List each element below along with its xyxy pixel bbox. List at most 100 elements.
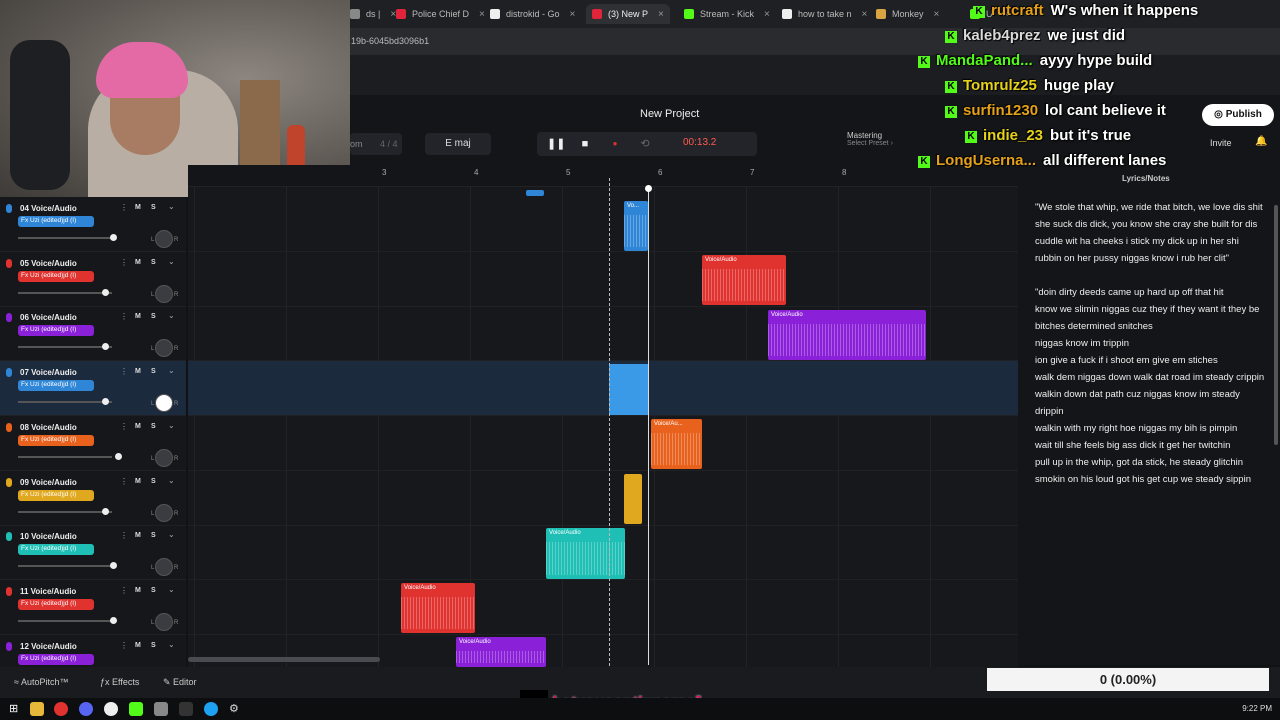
browser-tab[interactable]: Stream - Kick ×	[684, 4, 770, 24]
more-icon[interactable]: ⋮	[120, 422, 128, 431]
mute-button[interactable]: M	[135, 478, 141, 485]
browser-tab[interactable]: Police Chief D ×	[396, 4, 485, 24]
track-header[interactable]: 05 Voice/Audio Fx Uzi (edited)jd (I) ⋮ M S ⌄ L…	[0, 252, 186, 307]
volume-slider[interactable]	[18, 452, 122, 460]
audio-clip[interactable]: Voice/Au...	[651, 419, 702, 469]
solo-button[interactable]: S	[151, 259, 156, 266]
audio-clip[interactable]: Voice/Audio	[546, 528, 625, 579]
timeline-ruler[interactable]: 3 4 5 6 7 8	[188, 165, 1018, 187]
track-header[interactable]: 04 Voice/Audio Fx Uzi (edited)jd (I) ⋮ M S ⌄ L…	[0, 197, 186, 252]
solo-button[interactable]: S	[151, 313, 156, 320]
close-icon[interactable]: ×	[658, 9, 664, 20]
volume-slider[interactable]	[18, 616, 117, 624]
solo-button[interactable]: S	[151, 204, 156, 211]
window-icon[interactable]	[154, 702, 168, 716]
volume-slider[interactable]	[18, 398, 112, 406]
mute-button[interactable]: M	[135, 313, 141, 320]
track-lane[interactable]	[188, 416, 1018, 471]
browser-tab[interactable]: how to take n ×	[782, 4, 867, 24]
track-lane[interactable]	[188, 252, 1018, 307]
mute-button[interactable]: M	[135, 368, 141, 375]
loop-icon[interactable]: ⟲	[637, 136, 653, 152]
track-header[interactable]: 06 Voice/Audio Fx Uzi (edited)jd (I) ⋮ M S ⌄ L…	[0, 306, 186, 362]
audio-clip[interactable]	[624, 474, 642, 524]
track-header[interactable]: 08 Voice/Audio Fx Uzi (edited)jd (I) ⋮ M S ⌄ L…	[0, 416, 186, 471]
track-fx-badge[interactable]: Fx Uzi (edited)jd (I)	[18, 598, 94, 610]
settings-icon[interactable]: ⚙	[229, 702, 243, 716]
track-fx-badge[interactable]: Fx Uzi (edited)jd (I)	[18, 544, 94, 556]
volume-slider-thumb[interactable]	[110, 234, 117, 241]
volume-slider[interactable]	[18, 234, 117, 241]
chevron-down-icon[interactable]: ⌄	[168, 257, 175, 266]
solo-button[interactable]: S	[151, 642, 156, 649]
volume-slider[interactable]	[18, 288, 112, 296]
volume-slider-thumb[interactable]	[110, 562, 117, 570]
browser-tab[interactable]: distrokid - Go ×	[490, 4, 575, 24]
track-fx-badge[interactable]: Fx Uzi (edited)jd (I)	[18, 325, 94, 337]
lyrics-scrollbar[interactable]	[1274, 205, 1278, 445]
track-lane[interactable]	[188, 471, 1018, 526]
arrangement-view[interactable]: Vo... Voice/Audio Voice/Audio Voice/Au... Vo…	[188, 187, 1018, 667]
app-blue-icon[interactable]	[204, 702, 218, 716]
record-icon[interactable]: ●	[607, 136, 623, 152]
volume-slider-thumb[interactable]	[110, 616, 117, 624]
more-icon[interactable]: ⋮	[120, 258, 128, 267]
solo-button[interactable]: S	[151, 368, 156, 375]
track-lane[interactable]	[188, 635, 1018, 667]
chevron-down-icon[interactable]: ⌄	[168, 640, 175, 649]
chevron-down-icon[interactable]: ⌄	[168, 202, 175, 211]
solo-button[interactable]: S	[151, 587, 156, 594]
pan-knob[interactable]	[155, 503, 173, 522]
chevron-down-icon[interactable]: ⌄	[168, 311, 175, 320]
track-header[interactable]: 09 Voice/Audio Fx Uzi (edited)jd (I) ⋮ M S ⌄ L…	[0, 471, 186, 526]
pan-knob[interactable]	[155, 558, 173, 577]
windows-start-icon[interactable]: ⊞	[9, 702, 23, 716]
effects-button[interactable]: ƒx Effects	[100, 677, 139, 687]
horizontal-scrollbar[interactable]	[188, 657, 380, 662]
solo-button[interactable]: S	[151, 532, 156, 539]
mute-button[interactable]: M	[135, 423, 141, 430]
pan-knob[interactable]	[155, 448, 173, 467]
kick-icon[interactable]	[129, 702, 143, 716]
track-header[interactable]: 10 Voice/Audio Fx Uzi (edited)jd (I) ⋮ M S ⌄ L…	[0, 525, 186, 581]
stop-icon[interactable]: ■	[577, 136, 593, 152]
track-header[interactable]: 11 Voice/Audio Fx Uzi (edited)jd (I) ⋮ M S ⌄ L…	[0, 580, 186, 635]
pan-knob[interactable]	[155, 284, 173, 303]
pause-icon[interactable]: ❚❚	[547, 136, 565, 152]
mastering-selector[interactable]: Mastering Select Preset ›	[847, 131, 893, 147]
mute-button[interactable]: M	[135, 204, 141, 211]
key-selector[interactable]: E maj	[425, 133, 491, 155]
track-fx-badge[interactable]: Fx Uzi (edited)jd (I)	[18, 216, 94, 227]
lyrics-text[interactable]: "We stole that whip, we ride that bitch,…	[1035, 199, 1271, 488]
chevron-down-icon[interactable]: ⌄	[168, 530, 175, 539]
volume-slider[interactable]	[18, 343, 112, 351]
track-lane[interactable]	[188, 197, 1018, 252]
volume-slider-thumb[interactable]	[102, 343, 109, 351]
audio-clip[interactable]: Voice/Audio	[456, 637, 546, 667]
volume-slider[interactable]	[18, 507, 112, 515]
volume-slider-thumb[interactable]	[115, 452, 122, 460]
pan-knob[interactable]	[155, 394, 173, 413]
more-icon[interactable]: ⋮	[120, 312, 128, 321]
discord-icon[interactable]	[79, 702, 93, 716]
audio-clip[interactable]	[609, 364, 649, 415]
pan-knob[interactable]	[155, 612, 173, 631]
audio-clip[interactable]	[526, 190, 544, 196]
audio-clip[interactable]: Voice/Audio	[401, 583, 475, 633]
volume-slider-thumb[interactable]	[102, 398, 109, 406]
file-explorer-icon[interactable]	[30, 702, 44, 716]
volume-slider[interactable]	[18, 562, 117, 570]
more-icon[interactable]: ⋮	[120, 531, 128, 540]
solo-button[interactable]: S	[151, 423, 156, 430]
track-fx-badge[interactable]: Fx Uzi (edited)jd (I)	[18, 434, 94, 446]
volume-slider-thumb[interactable]	[102, 507, 109, 515]
more-icon[interactable]: ⋮	[120, 641, 128, 650]
chevron-down-icon[interactable]: ⌄	[168, 366, 175, 375]
more-icon[interactable]: ⋮	[120, 477, 128, 486]
chevron-down-icon[interactable]: ⌄	[168, 476, 175, 485]
playhead-handle[interactable]	[645, 185, 652, 192]
autopitch-button[interactable]: ≈ AutoPitch™	[14, 677, 68, 687]
solo-button[interactable]: S	[151, 478, 156, 485]
pan-knob[interactable]	[155, 230, 173, 248]
track-fx-badge[interactable]: Fx Uzi (edited)jd (I)	[18, 653, 94, 665]
